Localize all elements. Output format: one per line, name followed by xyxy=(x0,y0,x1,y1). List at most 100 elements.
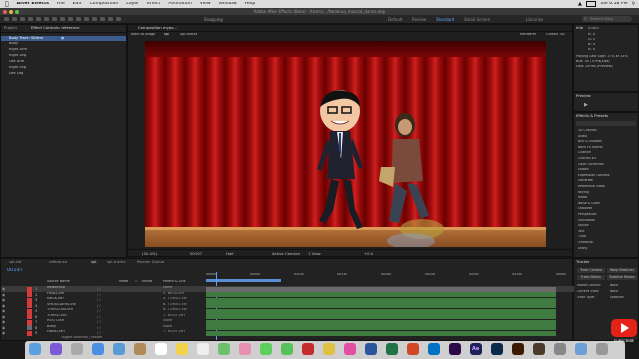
current-track-dropdown[interactable]: None xyxy=(610,290,618,293)
effects-category[interactable]: Perspective xyxy=(578,213,638,216)
rotate-tool-icon[interactable] xyxy=(36,17,41,21)
menu-layer[interactable]: Layer xyxy=(122,2,143,7)
dock-contacts-icon[interactable] xyxy=(134,343,146,355)
type-tool-icon[interactable] xyxy=(76,17,81,21)
menu-help[interactable]: Help xyxy=(241,2,259,7)
track-type-dropdown[interactable]: Stabilize xyxy=(610,296,624,299)
dock-photos-icon[interactable] xyxy=(239,343,251,355)
menu-effect[interactable]: Effect xyxy=(143,2,164,7)
dock-outlook-icon[interactable] xyxy=(428,343,440,355)
layer-parent-dropdown[interactable]: 6. TORSO-ctrl xyxy=(163,303,187,307)
layer-name[interactable]: Body xyxy=(47,325,56,329)
project-item[interactable]: Right Leg xyxy=(9,54,26,58)
project-item[interactable]: Body xyxy=(9,42,18,46)
dock-trash-icon[interactable] xyxy=(596,343,608,355)
dock-premiere-icon[interactable] xyxy=(449,343,461,355)
effects-category[interactable]: Immersive Video xyxy=(578,185,638,188)
tab-timeline-2[interactable]: spl xyxy=(91,259,96,265)
project-item[interactable]: Left Leg xyxy=(9,72,23,76)
camera-dropdown[interactable]: Active Camera xyxy=(272,252,300,256)
effects-category[interactable]: Noise & Grain xyxy=(578,202,638,205)
dock-calendar-icon[interactable] xyxy=(155,343,167,355)
layer-parent-dropdown[interactable]: 7. ROOT-ctrl xyxy=(163,314,185,318)
hand-tool-icon[interactable] xyxy=(20,17,25,21)
spotlight-icon[interactable]: ⚲ xyxy=(632,2,635,7)
workspace-small-screen[interactable]: Small Screen xyxy=(464,17,490,22)
dock-facetime-icon[interactable] xyxy=(281,343,293,355)
dock-notes-icon[interactable] xyxy=(176,343,188,355)
brush-tool-icon[interactable] xyxy=(84,17,89,21)
track-motion-button[interactable]: Track Motion xyxy=(577,275,605,280)
menu-composition[interactable]: Composition xyxy=(86,2,123,7)
project-item[interactable]: Right Arm xyxy=(9,48,27,52)
effects-category[interactable]: Utility xyxy=(578,247,638,250)
layer-name[interactable]: TORSO-rot-ctrl xyxy=(47,308,73,312)
menu-animation[interactable]: Animation xyxy=(164,2,195,7)
dock-word-icon[interactable] xyxy=(365,343,377,355)
zoom-window-button[interactable] xyxy=(15,10,19,14)
dock-preferences-icon[interactable] xyxy=(554,343,566,355)
eraser-tool-icon[interactable] xyxy=(100,17,105,21)
dock-ps-icon[interactable] xyxy=(491,343,503,355)
workspace-standard[interactable]: Standard xyxy=(436,17,454,22)
effects-category[interactable]: CINEMA 4D xyxy=(578,157,638,160)
col-source-name[interactable]: Source Name xyxy=(47,280,70,283)
layer-parent-dropdown[interactable]: None xyxy=(163,325,172,329)
tab-timeline-3[interactable]: spl-tracks xyxy=(107,259,125,265)
layer-name[interactable]: Reference xyxy=(47,286,65,290)
dock-siri-icon[interactable] xyxy=(50,343,62,355)
layer-parent-dropdown[interactable]: 5. NECK-ctrl xyxy=(163,292,184,296)
dock-excel-icon[interactable] xyxy=(386,343,398,355)
viewer-timecode[interactable]: 00197 xyxy=(190,252,202,256)
play-icon[interactable]: ▶ xyxy=(584,102,588,108)
timeline-timecode[interactable]: 00197 xyxy=(7,268,23,273)
effects-category[interactable]: Audio xyxy=(578,135,638,138)
layer-name[interactable]: TORSO-ctrl xyxy=(47,314,67,318)
close-window-button[interactable] xyxy=(3,10,7,14)
tab-effects-presets[interactable]: Effects & Presets xyxy=(576,113,608,119)
effects-category[interactable]: Time xyxy=(578,235,638,238)
breadcrumb-0[interactable]: walk-to-stage xyxy=(131,33,155,37)
zoom-tool-icon[interactable] xyxy=(28,17,33,21)
dock-mail-icon[interactable] xyxy=(113,343,125,355)
shape-tool-icon[interactable] xyxy=(60,17,65,21)
tab-effect-controls[interactable]: Effect Controls: reference xyxy=(31,25,79,31)
effects-category[interactable]: Generate xyxy=(578,179,638,182)
dock-finder-icon[interactable] xyxy=(29,343,41,355)
dock-ai-icon[interactable] xyxy=(512,343,524,355)
renderer-value[interactable]: Classic 3D xyxy=(546,33,565,37)
zoom-dropdown[interactable]: (50.4%) xyxy=(142,252,157,256)
workspace-review[interactable]: Review xyxy=(412,17,426,22)
selection-tool-icon[interactable] xyxy=(12,17,17,21)
composition-canvas[interactable] xyxy=(145,41,546,247)
workspace-libraries[interactable]: Libraries xyxy=(526,17,543,22)
resolution-dropdown[interactable]: Half xyxy=(226,252,234,256)
clone-stamp-tool-icon[interactable] xyxy=(92,17,97,21)
snapping-checkbox[interactable]: Snapping xyxy=(204,17,223,22)
camera-tool-icon[interactable] xyxy=(44,17,49,21)
tab-render-queue[interactable]: Render Queue xyxy=(137,259,164,265)
effects-category[interactable]: Matte xyxy=(578,196,638,199)
dock-maps-icon[interactable] xyxy=(218,343,230,355)
effects-category[interactable]: Keying xyxy=(578,191,638,194)
col-parent[interactable]: Parent & Link xyxy=(163,280,186,283)
layer-duration-bar[interactable] xyxy=(206,330,556,336)
dock-chrome-icon[interactable] xyxy=(323,343,335,355)
home-icon[interactable] xyxy=(4,17,9,21)
effects-category[interactable]: Expression Controls xyxy=(578,174,638,177)
effects-category[interactable]: Transition xyxy=(578,241,638,244)
dock-itunes-icon[interactable] xyxy=(344,343,356,355)
layer-label-color[interactable] xyxy=(27,330,32,336)
tab-preview[interactable]: Preview xyxy=(576,93,591,99)
effects-category[interactable]: Distort xyxy=(578,168,638,171)
dock-bridge-icon[interactable] xyxy=(533,343,545,355)
effects-category[interactable]: Simulation xyxy=(578,219,638,222)
layer-name[interactable]: NECK-ctrl xyxy=(47,297,64,301)
youtube-subscribe-icon[interactable]: SUBSCRIBE xyxy=(610,315,638,343)
col-trkmat[interactable]: TrkMat xyxy=(141,280,152,283)
visibility-eye-icon[interactable]: ◉ xyxy=(2,330,5,336)
tab-timeline-0[interactable]: spl-vid xyxy=(9,259,21,265)
effects-category[interactable]: Color Correction xyxy=(578,163,638,166)
pen-tool-icon[interactable] xyxy=(68,17,73,21)
breadcrumb-1[interactable]: spl xyxy=(164,33,169,37)
